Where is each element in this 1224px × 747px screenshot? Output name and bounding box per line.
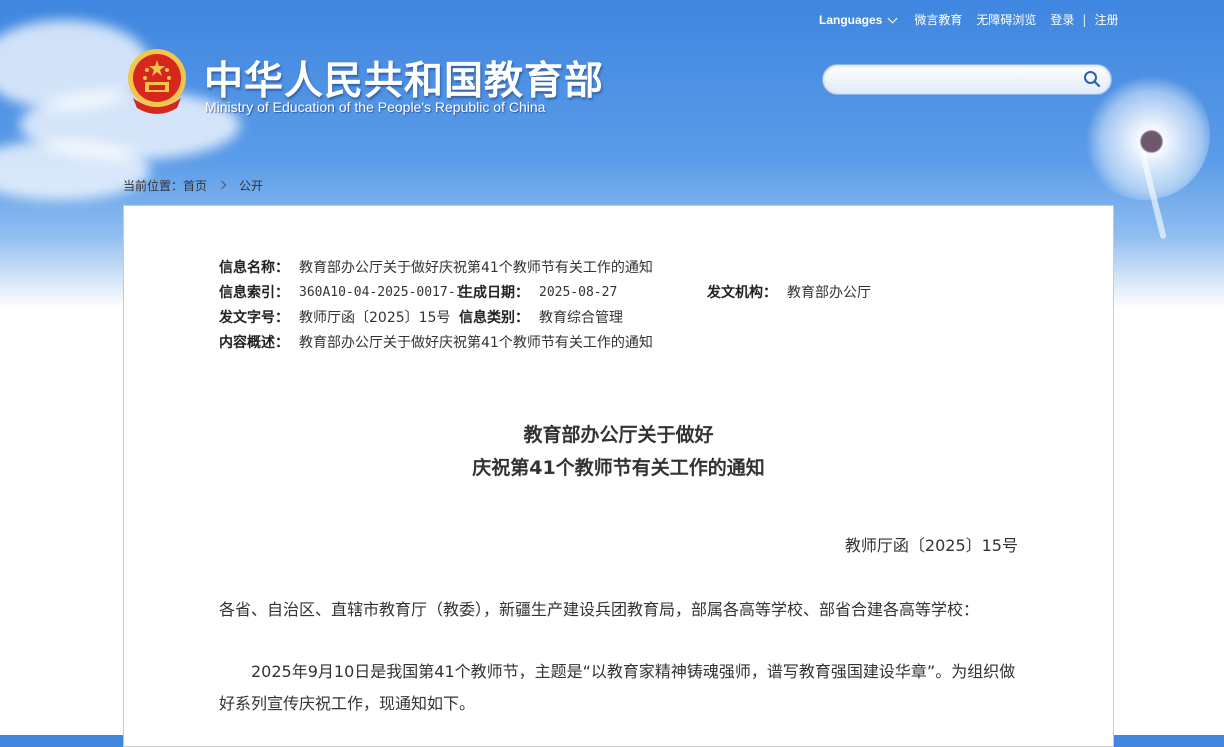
date-label: 生成日期： bbox=[459, 285, 529, 301]
index-label: 信息索引： bbox=[219, 285, 289, 301]
search-input[interactable] bbox=[835, 69, 1079, 91]
content-panel: 信息名称： 教育部办公厅关于做好庆祝第41个教师节有关工作的通知 信息索引： 3… bbox=[123, 205, 1114, 747]
chevron-right-icon bbox=[217, 180, 227, 190]
site-subtitle: Ministry of Education of the People's Re… bbox=[205, 99, 546, 115]
login-link[interactable]: 登录 bbox=[1050, 11, 1074, 28]
date-value: 2025-08-27 bbox=[539, 285, 618, 300]
org-value: 教育部办公厅 bbox=[787, 285, 871, 301]
org-label: 发文机构： bbox=[707, 285, 777, 301]
docnum-label: 发文字号： bbox=[219, 310, 289, 326]
document-title: 教育部办公厅关于做好 庆祝第41个教师节有关工作的通知 bbox=[124, 419, 1113, 485]
search-icon[interactable] bbox=[1083, 70, 1101, 88]
breadcrumb: 当前位置： 首页 公开 bbox=[123, 177, 263, 194]
accessibility-link[interactable]: 无障碍浏览 bbox=[976, 11, 1036, 28]
document-title-line2: 庆祝第41个教师节有关工作的通知 bbox=[472, 457, 765, 479]
document-paragraph: 2025年9月10日是我国第41个教师节，主题是“以教育家精神铸魂强师，谱写教育… bbox=[219, 662, 1016, 713]
top-links: Languages 微言教育 无障碍浏览 登录 | 注册 bbox=[819, 11, 1118, 28]
site-title[interactable]: 中华人民共和国教育部 bbox=[204, 50, 604, 106]
languages-label: Languages bbox=[819, 12, 883, 27]
document-number: 教师厅函〔2025〕15号 bbox=[844, 536, 1018, 555]
category-value: 教育综合管理 bbox=[539, 310, 623, 326]
summary-value: 教育部办公厅关于做好庆祝第41个教师节有关工作的通知 bbox=[299, 335, 653, 351]
breadcrumb-current[interactable]: 公开 bbox=[239, 177, 263, 194]
link-divider: | bbox=[1082, 12, 1087, 27]
info-name-label: 信息名称： bbox=[219, 260, 289, 276]
document-title-line1: 教育部办公厅关于做好 bbox=[523, 424, 714, 446]
index-value: 360A10-04-2025-0017-1 bbox=[299, 285, 464, 300]
national-emblem-icon[interactable] bbox=[125, 48, 189, 116]
category-label: 信息类别： bbox=[459, 310, 529, 326]
languages-dropdown[interactable]: Languages bbox=[819, 13, 900, 27]
breadcrumb-prefix: 当前位置： bbox=[123, 179, 184, 193]
register-link[interactable]: 注册 bbox=[1094, 11, 1118, 28]
docnum-value: 教师厅函〔2025〕15号 bbox=[299, 310, 451, 326]
chevron-down-icon bbox=[887, 13, 898, 23]
info-name-value: 教育部办公厅关于做好庆祝第41个教师节有关工作的通知 bbox=[299, 260, 653, 276]
document-salutation: 各省、自治区、直辖市教育厅（教委），新疆生产建设兵团教育局，部属各高等学校、部省… bbox=[219, 600, 980, 619]
summary-label: 内容概述： bbox=[219, 335, 289, 351]
breadcrumb-home[interactable]: 首页 bbox=[183, 177, 207, 194]
search-box bbox=[822, 64, 1112, 95]
weiyan-link[interactable]: 微言教育 bbox=[914, 11, 962, 28]
